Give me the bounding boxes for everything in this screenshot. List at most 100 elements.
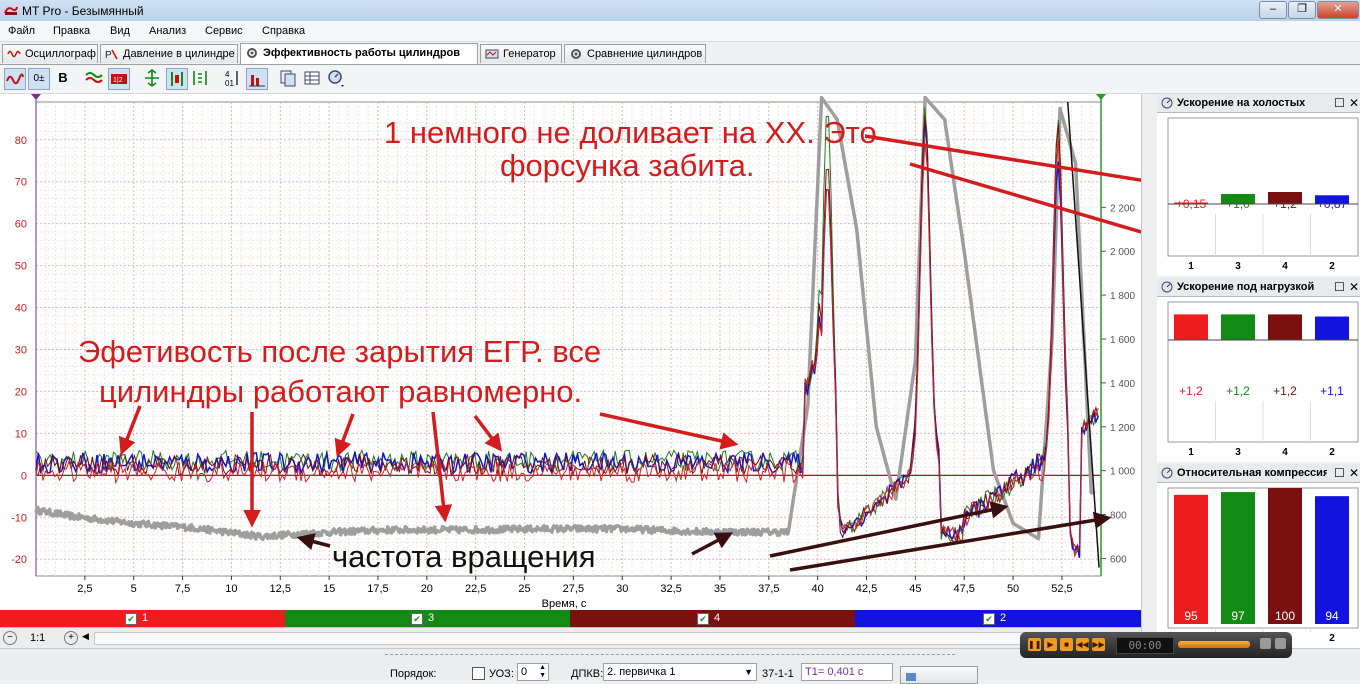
grid-scale-button[interactable] xyxy=(190,68,212,90)
right-tick-label: 1 800 xyxy=(1110,291,1135,302)
channel-2-checkbox[interactable]: ✔ xyxy=(983,613,995,625)
rewind-icon[interactable]: ◀◀ xyxy=(1076,638,1089,651)
zoom-bar: − 1:1 + ◀ xyxy=(0,627,1141,648)
panel-header: Ускорение на холостых ☐ ✕ xyxy=(1157,94,1360,113)
media-progress[interactable] xyxy=(1178,641,1250,648)
menu-help[interactable]: Справка xyxy=(262,25,305,37)
horizontal-scrollbar[interactable] xyxy=(94,632,1136,645)
x-tick-label: 47,5 xyxy=(954,583,975,595)
play-icon[interactable]: ▶ xyxy=(1044,638,1057,651)
svg-text:1|2: 1|2 xyxy=(113,77,123,84)
tab-cylinder-efficiency[interactable]: Эффективность работы цилиндров xyxy=(240,43,478,64)
right-marker-icon xyxy=(1096,94,1106,100)
close-icon[interactable]: ✕ xyxy=(1349,280,1359,294)
copy-button[interactable] xyxy=(278,68,300,90)
left-tick-label: 10 xyxy=(15,428,27,440)
tab-generator[interactable]: Генератор xyxy=(480,44,562,63)
forward-icon[interactable]: ▶▶ xyxy=(1092,638,1105,651)
splitter-vertical[interactable] xyxy=(1141,94,1157,648)
channel-1[interactable]: ✔ 1 xyxy=(0,610,285,627)
channel-1-label: 1 xyxy=(142,612,149,624)
bar-chart-icon xyxy=(249,75,265,87)
panel-title: Ускорение на холостых xyxy=(1177,97,1306,109)
uoz-spinner[interactable]: 0 ▲ ▼ xyxy=(517,663,549,681)
bar-value-label: +1,1 xyxy=(1320,384,1344,398)
zoom-out-icon[interactable]: − xyxy=(3,631,17,645)
settings-icon xyxy=(328,70,344,87)
channel-4-checkbox[interactable]: ✔ xyxy=(697,613,709,625)
tab-cylinder-pressure[interactable]: P Давление в цилиндре xyxy=(100,44,238,63)
scale-button[interactable] xyxy=(166,68,188,90)
panel-title: Относительная компрессия xyxy=(1177,467,1327,479)
order-label: Порядок: xyxy=(390,668,437,680)
right-tick-label: 1 000 xyxy=(1110,467,1135,478)
cylinder-numbers-button[interactable]: 1|2 xyxy=(108,68,130,90)
minimize-button[interactable]: – xyxy=(1259,1,1287,19)
menu-icon[interactable] xyxy=(1275,638,1286,649)
stop-icon[interactable]: ■ xyxy=(1060,638,1073,651)
svg-text:01: 01 xyxy=(225,79,234,88)
bar-chart-button[interactable] xyxy=(246,68,268,90)
panel-title: Ускорение под нагрузкой xyxy=(1177,281,1315,293)
pause-icon[interactable]: ❚❚ xyxy=(1028,638,1041,651)
annotation-rpm: частота вращения xyxy=(332,539,596,574)
channel-4[interactable]: ✔ 4 xyxy=(570,610,855,627)
bar-cylinder-1 xyxy=(1174,494,1208,624)
generator-icon xyxy=(485,49,499,59)
waveform-button[interactable] xyxy=(4,68,26,90)
close-button[interactable]: ✕ xyxy=(1317,1,1359,19)
multi-wave-button[interactable] xyxy=(84,68,106,90)
copy-icon xyxy=(280,70,296,87)
tab-oscilloscope[interactable]: Осциллограф xyxy=(2,44,98,63)
action-button[interactable] xyxy=(900,666,978,684)
panel-load-acceleration: Ускорение под нагрузкой ☐ ✕ +1,2 1 +1,2 3 +1… xyxy=(1156,278,1360,462)
menu-file[interactable]: Файл xyxy=(8,25,35,37)
spinner-arrows-icon[interactable]: ▲ ▼ xyxy=(539,664,546,680)
x-tick-label: 12,5 xyxy=(270,583,291,595)
bold-button[interactable]: B xyxy=(52,68,74,90)
expand-vertical-button[interactable] xyxy=(142,68,164,90)
panel-relative-compression: Относительная компрессия ☐ ✕ 95197310049… xyxy=(1156,464,1360,648)
efficiency-chart[interactable]: 80 70 60 50 40 30 20 10 0 -10 -20 2 200 2 000 1 800 1… xyxy=(0,94,1141,610)
uoz-checkbox[interactable] xyxy=(472,667,485,680)
scroll-left-icon[interactable]: ◀ xyxy=(82,631,89,642)
left-tick-label: -20 xyxy=(11,554,27,566)
tab-cylinder-compare[interactable]: Сравнение цилиндров xyxy=(564,44,706,63)
restore-icon[interactable]: ☐ xyxy=(1334,466,1345,480)
menu-view[interactable]: Вид xyxy=(110,25,130,37)
bar-cylinder-1 xyxy=(1174,314,1208,340)
tab-bar: Осциллограф P Давление в цилиндре Эффект… xyxy=(0,42,1360,65)
x-tick-label: 25 xyxy=(518,583,530,595)
channel-2[interactable]: ✔ 2 xyxy=(855,610,1141,627)
settings-button[interactable] xyxy=(326,68,348,90)
bar-cylinder-2 xyxy=(1315,496,1349,624)
table-button[interactable] xyxy=(302,68,324,90)
menu-edit[interactable]: Правка xyxy=(53,25,90,37)
uoz-value: 0 xyxy=(521,666,528,678)
bar-cylinder-label: 4 xyxy=(1282,261,1288,272)
left-tick-label: 50 xyxy=(15,261,27,273)
numbers-icon: 1|2 xyxy=(111,74,127,84)
chevron-down-icon[interactable]: ▼ xyxy=(744,664,753,680)
channel-3[interactable]: ✔ 3 xyxy=(285,610,570,627)
restore-icon[interactable]: ☐ xyxy=(1334,96,1345,110)
app-logo-icon xyxy=(4,6,18,15)
bar-cylinder-label: 1 xyxy=(1188,447,1194,458)
panel-header: Ускорение под нагрузкой ☐ ✕ xyxy=(1157,278,1360,297)
channel-1-checkbox[interactable]: ✔ xyxy=(125,613,137,625)
menu-service[interactable]: Сервис xyxy=(205,25,243,37)
bar-value-label: +1,2 xyxy=(1273,384,1297,398)
bar-cylinder-4 xyxy=(1268,488,1302,624)
zoom-in-icon[interactable]: + xyxy=(64,631,78,645)
channel-3-checkbox[interactable]: ✔ xyxy=(411,613,423,625)
close-icon[interactable]: ✕ xyxy=(1349,466,1359,480)
close-icon[interactable]: ✕ xyxy=(1349,96,1359,110)
maximize-button[interactable]: ❐ xyxy=(1288,1,1316,19)
dpkv-select[interactable]: 2. первичка 1 ▼ xyxy=(603,663,757,681)
menu-analysis[interactable]: Анализ xyxy=(149,25,186,37)
sort-button[interactable]: 4 01 xyxy=(222,68,244,90)
volume-icon[interactable] xyxy=(1260,638,1271,649)
offset-button[interactable]: 0± xyxy=(28,68,50,90)
restore-icon[interactable]: ☐ xyxy=(1334,280,1345,294)
splitter[interactable] xyxy=(385,650,955,655)
